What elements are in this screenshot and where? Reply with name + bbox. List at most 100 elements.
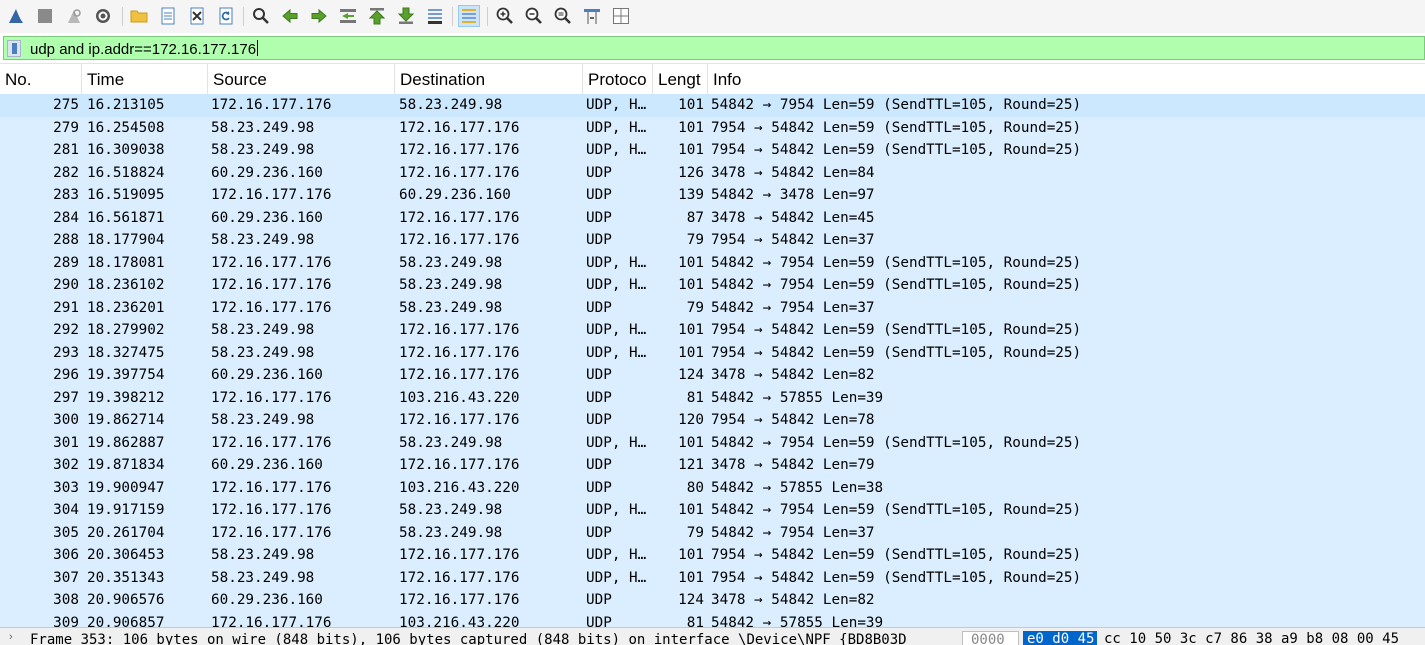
arrow-left-icon[interactable] xyxy=(279,5,301,27)
reload-icon[interactable] xyxy=(215,5,237,27)
cell-protocol: UDP xyxy=(586,412,612,428)
packet-row[interactable]: 289 18.178081 172.16.177.176 58.23.249.98 UD… xyxy=(0,251,1425,274)
cell-no: 300 xyxy=(53,412,79,428)
restart-fin-icon[interactable] xyxy=(63,5,85,27)
layout-grid-icon[interactable] xyxy=(610,5,632,27)
cell-length: 81 xyxy=(686,614,704,628)
arrow-right-icon[interactable] xyxy=(308,5,330,27)
column-header-time[interactable]: Time xyxy=(82,64,208,95)
cell-length: 101 xyxy=(678,434,704,451)
cell-info: 3478 → 54842 Len=82 xyxy=(711,592,875,608)
shark-fin-icon[interactable] xyxy=(5,5,27,27)
search-icon[interactable] xyxy=(250,5,272,27)
packet-row[interactable]: 302 19.871834 60.29.236.160 172.16.177.176 U… xyxy=(0,454,1425,477)
hex-bytes[interactable]: cc 10 50 3c c7 86 38 a9 b8 08 00 45 xyxy=(1104,631,1399,645)
colorize-lines-icon[interactable] xyxy=(458,5,480,27)
hex-offset: 0000 xyxy=(962,631,1019,645)
packet-row[interactable]: 297 19.398212 172.16.177.176 103.216.43.220… xyxy=(0,386,1425,409)
cell-no: 291 xyxy=(53,299,79,316)
cell-info: 54842 → 7954 Len=59 (SendTTL=105, Round=… xyxy=(711,97,1082,113)
zoom-out-icon[interactable] xyxy=(523,5,545,27)
cell-no: 306 xyxy=(53,547,79,563)
resize-columns-icon[interactable] xyxy=(581,5,603,27)
cell-no: 307 xyxy=(53,569,79,586)
packet-row[interactable]: 293 18.327475 58.23.249.98 172.16.177.176 UD… xyxy=(0,341,1425,364)
cell-no: 308 xyxy=(53,592,79,608)
cell-time: 20.306453 xyxy=(87,547,165,563)
cell-info: 54842 → 7954 Len=37 xyxy=(711,299,875,316)
column-header-source[interactable]: Source xyxy=(208,64,395,95)
stop-square-icon[interactable] xyxy=(34,5,56,27)
packet-row[interactable]: 281 16.309038 58.23.249.98 172.16.177.176 UD… xyxy=(0,139,1425,162)
cell-source: 60.29.236.160 xyxy=(211,592,323,608)
cell-destination: 172.16.177.176 xyxy=(399,322,520,338)
filter-expression[interactable]: udp and ip.addr==172.16.177.176 xyxy=(30,41,256,58)
cell-length: 101 xyxy=(678,547,704,563)
packet-row[interactable]: 306 20.306453 58.23.249.98 172.16.177.176 UD… xyxy=(0,544,1425,567)
packet-row[interactable]: 307 20.351343 58.23.249.98 172.16.177.176 UD… xyxy=(0,566,1425,589)
cell-info: 3478 → 54842 Len=82 xyxy=(711,367,875,383)
packet-row[interactable]: 292 18.279902 58.23.249.98 172.16.177.176 UD… xyxy=(0,319,1425,342)
packet-row[interactable]: 303 19.900947 172.16.177.176 103.216.43.220… xyxy=(0,476,1425,499)
cell-no: 296 xyxy=(53,367,79,383)
packet-row[interactable]: 309 20.906857 172.16.177.176 103.216.43.220… xyxy=(0,611,1425,628)
packet-row[interactable]: 283 16.519095 172.16.177.176 60.29.236.160 U… xyxy=(0,184,1425,207)
cell-source: 172.16.177.176 xyxy=(211,502,332,518)
cell-info: 3478 → 54842 Len=84 xyxy=(711,164,875,181)
arrow-up-first-icon[interactable] xyxy=(366,5,388,27)
column-header-no[interactable]: No. xyxy=(0,64,82,95)
cell-length: 121 xyxy=(678,457,704,473)
column-header-destination[interactable]: Destination xyxy=(395,64,583,95)
zoom-reset-icon[interactable] xyxy=(552,5,574,27)
cell-time: 20.906857 xyxy=(87,614,165,628)
packet-row[interactable]: 296 19.397754 60.29.236.160 172.16.177.176 U… xyxy=(0,364,1425,387)
packet-row[interactable]: 301 19.862887 172.16.177.176 58.23.249.98 UD… xyxy=(0,431,1425,454)
zoom-in-icon[interactable] xyxy=(494,5,516,27)
close-file-icon[interactable] xyxy=(186,5,208,27)
cell-no: 284 xyxy=(53,209,79,226)
packet-row[interactable]: 282 16.518824 60.29.236.160 172.16.177.176 U… xyxy=(0,161,1425,184)
cell-time: 19.862714 xyxy=(87,412,165,428)
cell-source: 172.16.177.176 xyxy=(211,97,332,113)
packet-row[interactable]: 275 16.213105 172.16.177.176 58.23.249.98 UD… xyxy=(0,94,1425,117)
packet-row[interactable]: 284 16.561871 60.29.236.160 172.16.177.176 U… xyxy=(0,206,1425,229)
packet-row[interactable]: 305 20.261704 172.16.177.176 58.23.249.98 UD… xyxy=(0,521,1425,544)
gear-icon[interactable] xyxy=(92,5,114,27)
packet-row[interactable]: 308 20.906576 60.29.236.160 172.16.177.176 U… xyxy=(0,589,1425,612)
cell-length: 101 xyxy=(678,344,704,361)
column-header-protocol[interactable]: Protoco xyxy=(583,64,653,95)
cell-info: 7954 → 54842 Len=37 xyxy=(711,232,875,248)
cell-source: 60.29.236.160 xyxy=(211,367,323,383)
packet-row[interactable]: 300 19.862714 58.23.249.98 172.16.177.176 UD… xyxy=(0,409,1425,432)
packet-row[interactable]: 291 18.236201 172.16.177.176 58.23.249.98 UD… xyxy=(0,296,1425,319)
column-header-length[interactable]: Lengt xyxy=(653,64,708,95)
cell-protocol: UDP, H… xyxy=(586,434,647,451)
cell-source: 58.23.249.98 xyxy=(211,119,315,136)
column-header-info[interactable]: Info xyxy=(708,64,1425,95)
arrow-down-last-icon[interactable] xyxy=(395,5,417,27)
text-caret xyxy=(257,40,259,56)
cell-time: 18.236201 xyxy=(87,299,165,316)
cell-time: 19.900947 xyxy=(87,479,165,496)
bookmark-icon[interactable] xyxy=(7,40,21,57)
cell-protocol: UDP xyxy=(586,164,612,181)
document-icon[interactable] xyxy=(157,5,179,27)
display-filter-input[interactable]: udp and ip.addr==172.16.177.176 xyxy=(3,36,1425,60)
cell-protocol: UDP, H… xyxy=(586,569,647,586)
goto-packet-icon[interactable] xyxy=(337,5,359,27)
packet-row[interactable]: 279 16.254508 58.23.249.98 172.16.177.176 UD… xyxy=(0,116,1425,139)
cell-length: 81 xyxy=(686,389,704,406)
cell-source: 172.16.177.176 xyxy=(211,614,332,628)
folder-icon[interactable] xyxy=(128,5,150,27)
autoscroll-icon[interactable] xyxy=(424,5,446,27)
cell-length: 101 xyxy=(678,254,704,271)
expand-arrow-icon[interactable]: › xyxy=(9,631,13,643)
cell-length: 101 xyxy=(678,142,704,158)
cell-destination: 172.16.177.176 xyxy=(399,457,520,473)
packet-row[interactable]: 288 18.177904 58.23.249.98 172.16.177.176 UD… xyxy=(0,229,1425,252)
packet-row[interactable]: 290 18.236102 172.16.177.176 58.23.249.98 UD… xyxy=(0,274,1425,297)
packet-row[interactable]: 304 19.917159 172.16.177.176 58.23.249.98 UD… xyxy=(0,499,1425,522)
cell-time: 16.519095 xyxy=(87,187,165,203)
hex-selected-bytes[interactable]: e0 d0 45 xyxy=(1023,631,1097,645)
cell-length: 124 xyxy=(678,367,704,383)
